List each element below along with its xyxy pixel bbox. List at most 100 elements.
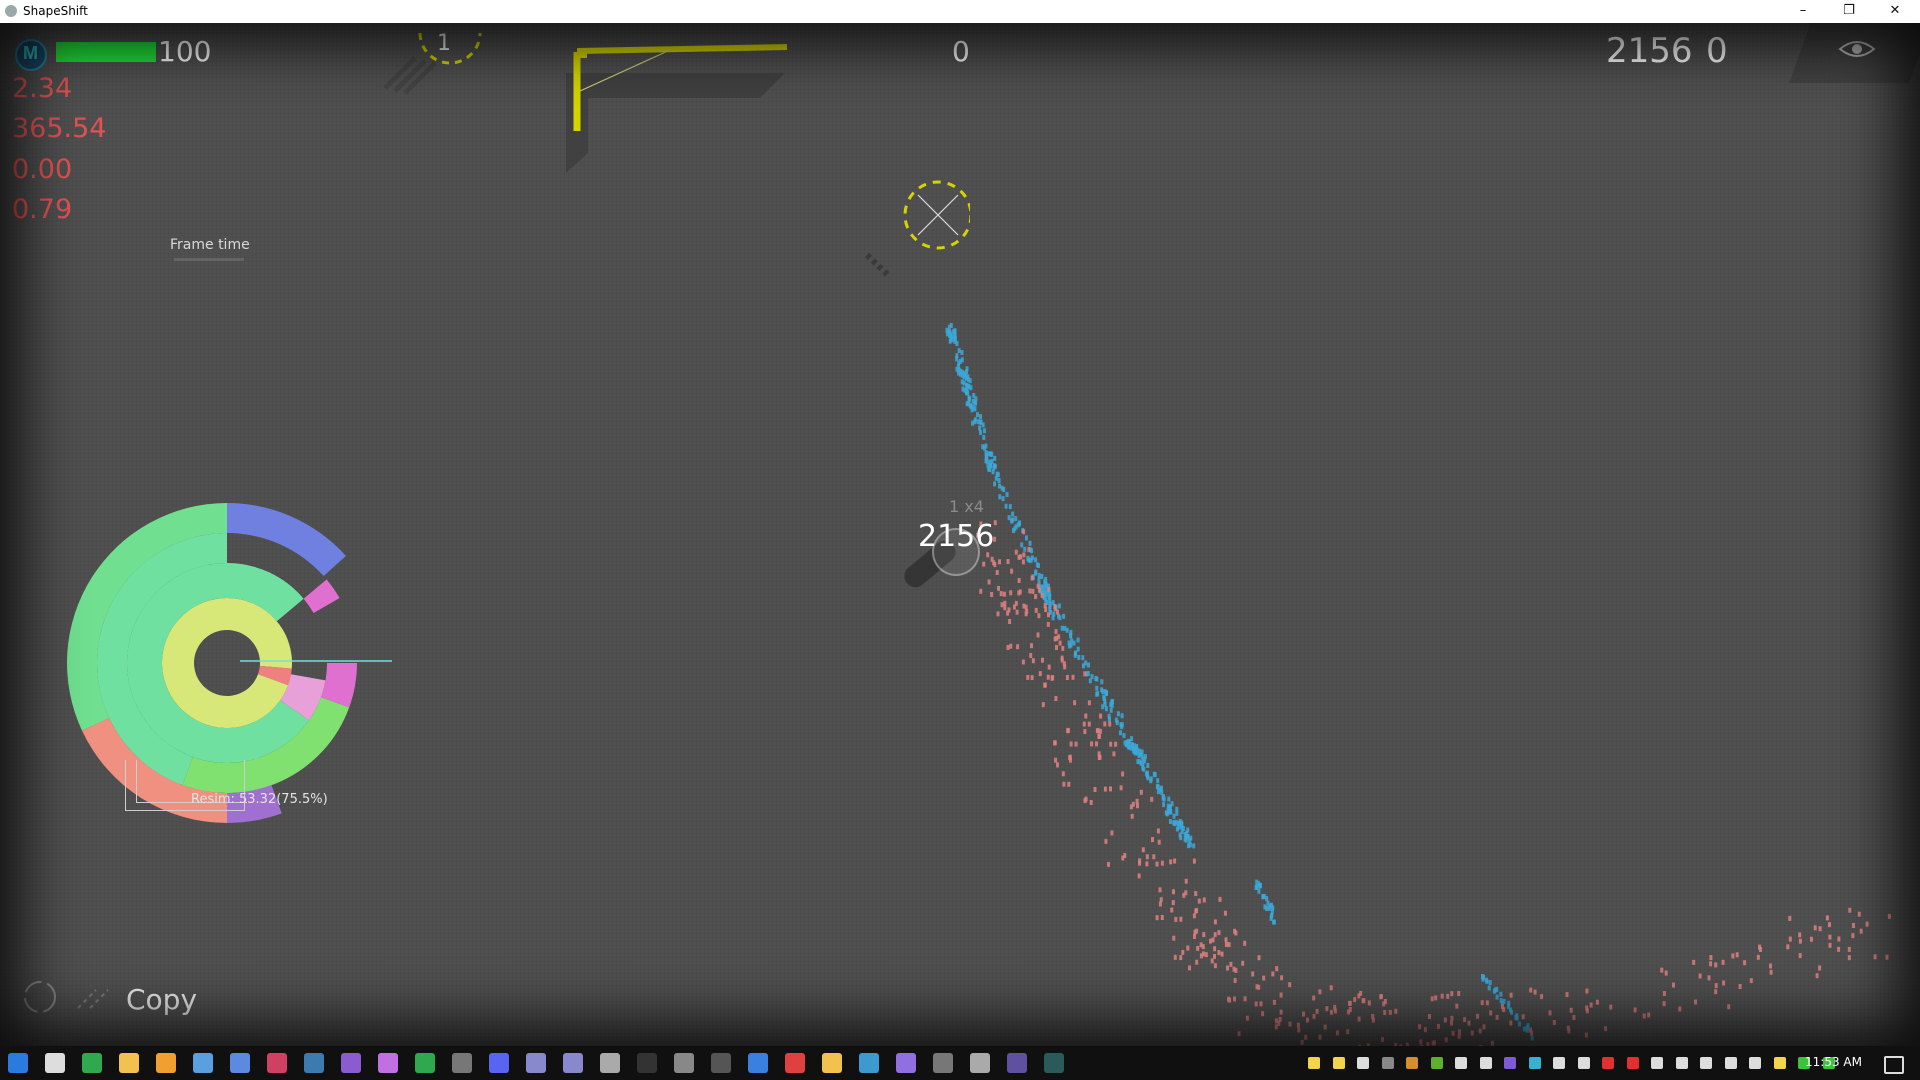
taskbar-visual-studio-icon[interactable]: [341, 1053, 361, 1073]
particle: [1087, 721, 1091, 727]
particle: [1672, 982, 1675, 988]
minimize-button[interactable]: –: [1780, 0, 1826, 23]
taskbar-app-icon[interactable]: [526, 1053, 546, 1073]
tray-db-icon[interactable]: [1357, 1057, 1369, 1069]
tray-display-icon[interactable]: [1700, 1057, 1712, 1069]
particle: [1192, 843, 1196, 849]
taskbar-remote-icon[interactable]: [859, 1053, 879, 1073]
particle: [1458, 1029, 1462, 1035]
taskbar-shapeshift-icon[interactable]: [1044, 1053, 1064, 1073]
tray-chart-icon[interactable]: [1553, 1057, 1565, 1069]
particle: [1108, 721, 1112, 727]
taskbar-terminal-icon[interactable]: [933, 1053, 953, 1073]
particle: [1446, 993, 1450, 999]
particle: [1130, 736, 1134, 742]
particle: [1525, 1027, 1529, 1033]
particle: [1357, 1016, 1361, 1022]
particle: [1101, 704, 1105, 710]
taskbar-notepad-icon[interactable]: [193, 1053, 213, 1073]
app-icon: [5, 5, 17, 17]
taskbar-notes-icon[interactable]: [822, 1053, 842, 1073]
particle: [1487, 985, 1491, 991]
taskbar-record-icon[interactable]: [970, 1053, 990, 1073]
particle: [1847, 955, 1851, 961]
taskbar-git-icon[interactable]: [785, 1053, 805, 1073]
taskbar-editor-icon[interactable]: [230, 1053, 250, 1073]
particle: [1450, 991, 1454, 997]
taskbar-settings-icon[interactable]: [600, 1053, 620, 1073]
taskbar-paint-icon[interactable]: [267, 1053, 287, 1073]
tray-battery-icon[interactable]: [1528, 1057, 1541, 1069]
taskbar-media-icon[interactable]: [156, 1053, 176, 1073]
taskbar-task-view-icon[interactable]: [45, 1053, 65, 1073]
tray-network-icon[interactable]: [1455, 1057, 1467, 1069]
particle: [1135, 798, 1139, 804]
taskbar-discord-icon[interactable]: [489, 1053, 509, 1073]
tray-folder-icon[interactable]: [1332, 1057, 1345, 1069]
particle: [981, 422, 985, 428]
tray-shield-icon[interactable]: [1749, 1057, 1761, 1069]
taskbar-terminal-icon[interactable]: [637, 1053, 657, 1073]
particle: [1023, 546, 1027, 552]
taskbar-excel-icon[interactable]: [415, 1053, 435, 1073]
taskbar-vs-icon[interactable]: [896, 1053, 916, 1073]
tray-app-icon[interactable]: [1724, 1057, 1737, 1069]
particle: [1022, 529, 1026, 535]
particle: [1851, 933, 1855, 939]
particle: [1037, 563, 1040, 568]
tray-app-icon[interactable]: [1381, 1057, 1394, 1069]
particle: [1046, 674, 1050, 680]
taskbar-unity-icon[interactable]: [711, 1053, 731, 1073]
tray-vs-icon[interactable]: [1504, 1057, 1516, 1069]
taskbar-terminal-icon[interactable]: [452, 1053, 472, 1073]
particle: [1151, 837, 1154, 843]
tray-onenote-icon[interactable]: [1651, 1057, 1663, 1069]
particle: [1312, 995, 1316, 1001]
tray-app-icon[interactable]: [1675, 1057, 1688, 1069]
tray-app-icon[interactable]: [1626, 1057, 1639, 1069]
particle: [999, 591, 1003, 597]
particle: [1054, 629, 1058, 635]
particle: [1444, 1037, 1448, 1043]
particle: [1170, 801, 1174, 807]
tray-nvidia-icon[interactable]: [1430, 1057, 1443, 1069]
notification-icon[interactable]: [1884, 1056, 1904, 1074]
particle: [1786, 944, 1790, 950]
taskbar-terminal-icon[interactable]: [1007, 1053, 1027, 1073]
particle: [1743, 960, 1747, 966]
taskbar-windows-icon[interactable]: [8, 1053, 28, 1073]
taskbar-obs-icon[interactable]: [674, 1053, 694, 1073]
particle: [1171, 900, 1175, 906]
particle: [982, 561, 986, 567]
particle: [1195, 959, 1199, 965]
particle: [1306, 1017, 1309, 1023]
particle: [976, 412, 979, 418]
taskbar-chrome-icon[interactable]: [82, 1053, 102, 1073]
particle: [1054, 757, 1058, 763]
particle: [1266, 900, 1270, 906]
taskbar-clock[interactable]: 11:53 AM: [1805, 1055, 1862, 1069]
particle: [1490, 1040, 1494, 1046]
game-viewport[interactable]: M 100 2.34 365.54 0.00 0.79 Frame time 1…: [0, 23, 1920, 1046]
particle: [1068, 754, 1072, 760]
tray-app-icon[interactable]: [1406, 1057, 1418, 1069]
tray-star-icon[interactable]: [1773, 1057, 1786, 1069]
tray-antivirus-icon[interactable]: [1602, 1057, 1614, 1069]
tray-usb-icon[interactable]: [1479, 1057, 1492, 1069]
particle: [982, 428, 986, 434]
particle: [1074, 650, 1078, 656]
particle: [1798, 953, 1802, 959]
particle: [1156, 778, 1160, 784]
taskbar-git-icon[interactable]: [748, 1053, 768, 1073]
taskbar-file-explorer-icon[interactable]: [119, 1053, 139, 1073]
particle: [1021, 659, 1025, 665]
particle: [1533, 989, 1537, 995]
particle: [1213, 963, 1217, 969]
taskbar-app-icon[interactable]: [563, 1053, 583, 1073]
taskbar-vs-icon[interactable]: [378, 1053, 398, 1073]
tray-volume-icon[interactable]: [1577, 1057, 1590, 1069]
tray-folder-icon[interactable]: [1308, 1057, 1320, 1069]
restore-button[interactable]: ❐: [1826, 0, 1872, 23]
close-button[interactable]: ✕: [1872, 0, 1918, 23]
taskbar-steam-icon[interactable]: [304, 1053, 324, 1073]
